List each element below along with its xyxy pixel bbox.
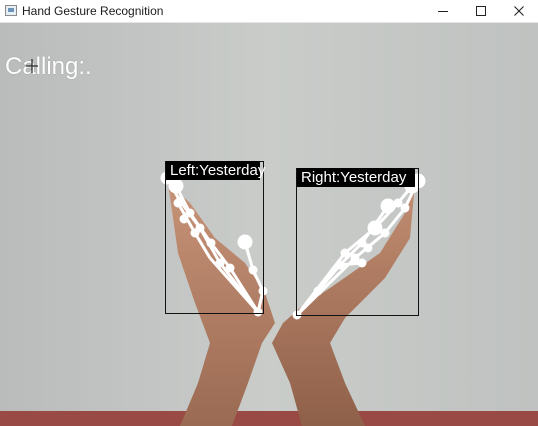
minimize-icon — [438, 11, 448, 12]
app-window: Hand Gesture Recognition Left:Yesterday … — [0, 0, 538, 426]
camera-feed: Left:Yesterday Right:Yesterday Calling:. — [0, 23, 538, 426]
window-title: Hand Gesture Recognition — [22, 4, 164, 18]
app-window-icon — [5, 5, 17, 16]
close-icon — [514, 6, 524, 16]
maximize-button[interactable] — [462, 0, 500, 22]
title-bar[interactable]: Hand Gesture Recognition — [0, 0, 538, 23]
minimize-button[interactable] — [424, 0, 462, 22]
maximize-icon — [476, 6, 486, 16]
crosshair-cursor-icon — [26, 59, 38, 73]
right-hand-label: Right:Yesterday — [297, 168, 415, 187]
close-button[interactable] — [500, 0, 538, 22]
gesture-status-text: Calling:. — [5, 53, 92, 80]
left-hand-label: Left:Yesterday — [166, 161, 265, 180]
left-hand-bounding-box — [165, 161, 264, 314]
camera-frame — [0, 23, 538, 426]
right-hand-bounding-box — [296, 168, 419, 316]
